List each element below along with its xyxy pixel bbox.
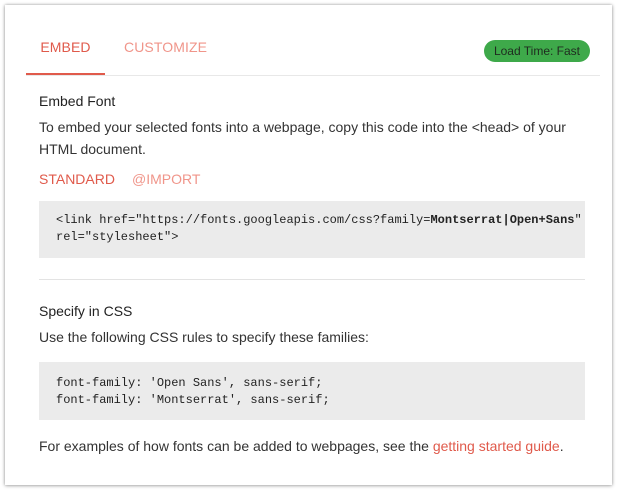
tab-embed[interactable]: EMBED — [26, 31, 105, 75]
footer-note: For examples of how fonts can be added t… — [39, 435, 599, 457]
footer-text: For examples of how fonts can be added t… — [39, 438, 433, 454]
css-rules-block[interactable]: font-family: 'Open Sans', sans-serif; fon… — [39, 362, 585, 420]
section-divider — [39, 279, 585, 280]
tab-bar: EMBED CUSTOMIZE Load Time: Fast — [26, 31, 600, 76]
tab-standard[interactable]: STANDARD — [39, 171, 115, 187]
code-link-prefix: <link href="https://fonts.googleapis.com… — [56, 213, 431, 227]
specify-css-description: Use the following CSS rules to specify t… — [39, 329, 369, 345]
embed-code-line-2: rel="stylesheet"> — [56, 230, 179, 244]
tab-import[interactable]: @IMPORT — [132, 171, 200, 187]
css-rule-open-sans: font-family: 'Open Sans', sans-serif; — [56, 376, 323, 390]
getting-started-guide-link[interactable]: getting started guide — [433, 438, 560, 454]
code-link-suffix: " — [574, 213, 582, 227]
tab-customize[interactable]: CUSTOMIZE — [124, 31, 207, 73]
css-rule-montserrat: font-family: 'Montserrat', sans-serif; — [56, 393, 330, 407]
embed-font-description: To embed your selected fonts into a webp… — [39, 119, 566, 157]
load-time-badge: Load Time: Fast — [483, 40, 590, 62]
code-family-open-sans: Open+Sans — [509, 213, 575, 227]
embed-code-line-1: <link href="https://fonts.googleapis.com… — [56, 212, 582, 229]
embed-code-block[interactable]: <link href="https://fonts.googleapis.com… — [39, 201, 585, 258]
code-family-separator: | — [502, 213, 510, 227]
specify-css-title: Specify in CSS — [39, 303, 133, 319]
font-embed-panel: EMBED CUSTOMIZE Load Time: Fast Embed Fo… — [5, 5, 612, 485]
code-family-montserrat: Montserrat — [430, 213, 503, 227]
footer-period: . — [559, 438, 564, 454]
embed-font-title: Embed Font — [39, 93, 116, 109]
